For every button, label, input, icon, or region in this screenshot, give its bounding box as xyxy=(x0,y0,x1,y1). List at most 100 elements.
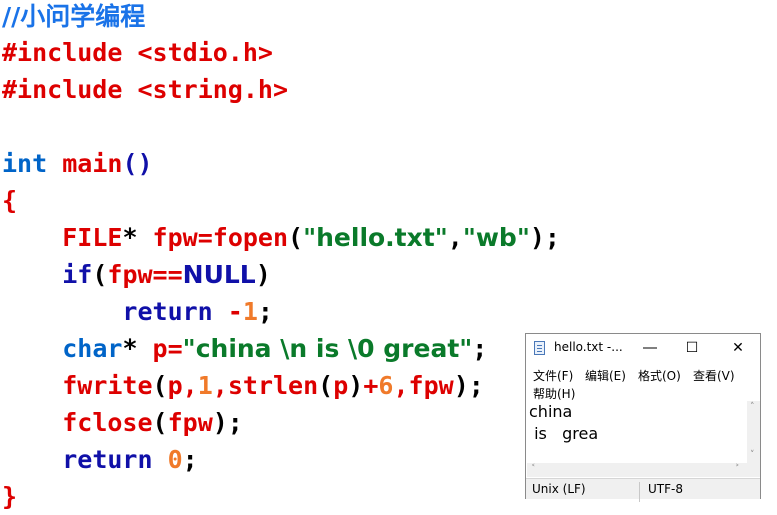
code-line-main: int main() xyxy=(2,148,153,180)
scroll-up-icon[interactable]: ˄ xyxy=(750,402,755,412)
menu-edit[interactable]: 编辑(E) xyxy=(585,367,626,384)
code-line-include-string: #include <string.h> xyxy=(2,74,288,106)
paren-token: ( xyxy=(152,371,168,400)
paren-token: ( xyxy=(152,408,168,437)
paren-token: ) xyxy=(348,371,364,400)
semicolon-token: ; xyxy=(182,445,198,474)
code-line-fclose: fclose(fpw); xyxy=(2,407,243,439)
indent-token xyxy=(2,260,62,289)
status-line-ending: Unix (LF) xyxy=(532,482,586,496)
number-token: 1 xyxy=(197,371,213,400)
paren-token: () xyxy=(122,149,153,178)
string-token: "china \n is \0 great" xyxy=(182,334,473,363)
indent-token xyxy=(2,371,62,400)
operator-token: - xyxy=(227,297,243,326)
constant-token: NULL xyxy=(182,260,256,289)
function-token: strlen xyxy=(227,371,319,400)
vertical-scrollbar[interactable]: ˄ ˅ xyxy=(747,401,760,463)
code-comment: //小问学编程 xyxy=(2,2,146,31)
paren-token: ) xyxy=(255,260,271,289)
variable-token: p xyxy=(167,371,183,400)
code-line-return-0: return 0; xyxy=(2,444,198,476)
header-token: <stdio.h> xyxy=(137,38,273,67)
scroll-right-icon[interactable]: ˃ xyxy=(735,464,740,474)
comma-token: , xyxy=(393,371,409,400)
code-line-if: if(fpw==NULL) xyxy=(2,259,271,291)
code-line-return-neg1: return -1; xyxy=(2,296,273,328)
notepad-window[interactable]: hello.txt -... ― ☐ ✕ 文件(F) 编辑(E) 格式(O) 查… xyxy=(525,333,761,502)
string-token: "wb" xyxy=(462,223,530,252)
scrollbar-corner xyxy=(747,463,760,477)
function-token: fopen xyxy=(212,223,289,252)
preprocessor-token: #include xyxy=(2,38,123,67)
close-button[interactable]: ✕ xyxy=(718,334,758,362)
code-open-brace: { xyxy=(2,186,18,215)
notepad-text-area[interactable]: china is grea xyxy=(527,401,747,463)
function-token: fclose xyxy=(62,408,153,437)
keyword-token: return xyxy=(62,445,153,474)
operator-token: + xyxy=(363,371,379,400)
keyword-token: return xyxy=(122,297,213,326)
notepad-title-bar[interactable]: hello.txt -... ― ☐ ✕ xyxy=(526,334,760,362)
variable-token: fpw xyxy=(167,408,213,437)
status-divider xyxy=(639,482,640,502)
operator-token: * xyxy=(122,223,153,252)
operator-token: = xyxy=(197,223,213,252)
paren-token: ); xyxy=(212,408,243,437)
menu-help[interactable]: 帮助(H) xyxy=(533,385,575,402)
code-close-brace: } xyxy=(2,482,18,511)
code-line-include-stdio: #include <stdio.h> xyxy=(2,37,273,69)
text-line: china xyxy=(529,402,573,421)
notepad-menu-bar: 文件(F) 编辑(E) 格式(O) 查看(V) 帮助(H) xyxy=(526,363,760,401)
paren-token: ( xyxy=(288,223,304,252)
maximize-button[interactable]: ☐ xyxy=(672,334,712,362)
menu-file[interactable]: 文件(F) xyxy=(533,367,573,384)
function-token: main xyxy=(62,149,123,178)
semicolon-token: ; xyxy=(257,297,273,326)
number-token: 1 xyxy=(242,297,258,326)
operator-token: * xyxy=(122,334,153,363)
indent-token xyxy=(2,408,62,437)
paren-token: ); xyxy=(529,223,560,252)
preprocessor-token: #include xyxy=(2,75,123,104)
variable-token: p xyxy=(333,371,349,400)
variable-token: p xyxy=(152,334,168,363)
function-token: fwrite xyxy=(62,371,153,400)
code-line-fopen: FILE* fpw=fopen("hello.txt","wb"); xyxy=(2,222,560,254)
paren-token: ); xyxy=(453,371,484,400)
notepad-title: hello.txt -... xyxy=(554,340,623,354)
number-token: 0 xyxy=(167,445,183,474)
code-line-fwrite: fwrite(p,1,strlen(p)+6,fpw); xyxy=(2,370,484,402)
keyword-token: if xyxy=(62,260,93,289)
close-icon: ✕ xyxy=(732,340,744,356)
scroll-left-icon[interactable]: ˂ xyxy=(531,464,536,474)
text-line: is grea xyxy=(529,424,599,443)
variable-token: fpw xyxy=(408,371,454,400)
number-token: 6 xyxy=(378,371,394,400)
scroll-down-icon[interactable]: ˅ xyxy=(750,450,755,460)
comma-token: , xyxy=(447,223,463,252)
paren-token: ( xyxy=(92,260,108,289)
comma-token: , xyxy=(182,371,198,400)
variable-token: fpw xyxy=(152,223,198,252)
variable-token: fpw xyxy=(107,260,153,289)
semicolon-token: ; xyxy=(472,334,488,363)
type-token: FILE xyxy=(62,223,123,252)
horizontal-scrollbar[interactable]: ˂ ˃ xyxy=(527,463,747,477)
paren-token: ( xyxy=(318,371,334,400)
keyword-token: char xyxy=(62,334,123,363)
comma-token: , xyxy=(212,371,228,400)
maximize-icon: ☐ xyxy=(685,340,699,356)
minimize-button[interactable]: ― xyxy=(630,334,670,362)
indent-token xyxy=(2,445,62,474)
indent-token xyxy=(2,297,122,326)
string-token: "hello.txt" xyxy=(303,223,448,252)
menu-format[interactable]: 格式(O) xyxy=(638,367,681,384)
keyword-token: int xyxy=(2,149,48,178)
menu-view[interactable]: 查看(V) xyxy=(693,367,735,384)
indent-token xyxy=(2,334,62,363)
